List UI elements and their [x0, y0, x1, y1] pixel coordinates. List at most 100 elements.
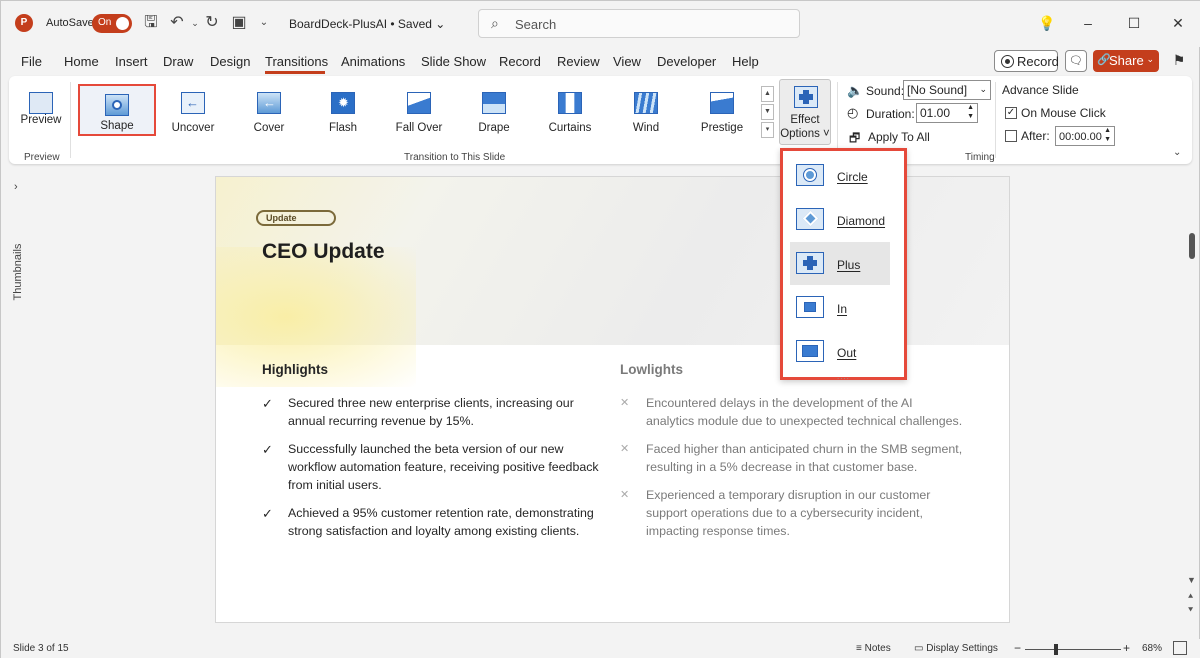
- tab-help[interactable]: Help: [732, 54, 759, 69]
- presenter-icon[interactable]: ⚑: [1168, 49, 1190, 71]
- fit-to-window-icon[interactable]: [1173, 641, 1187, 655]
- transition-drape[interactable]: Drape: [462, 84, 526, 140]
- lightbulb-icon[interactable]: 💡: [1036, 12, 1058, 34]
- scrollbar-thumb[interactable]: [1189, 233, 1195, 259]
- record-button[interactable]: Record: [994, 50, 1059, 72]
- display-settings-label: Display Settings: [926, 643, 998, 654]
- apply-to-all-button[interactable]: Apply To All: [868, 130, 930, 144]
- gallery-more-icon[interactable]: ▾: [761, 122, 774, 138]
- diamond-effect-icon: [796, 208, 824, 230]
- zoom-level[interactable]: 68%: [1142, 643, 1162, 654]
- tab-design[interactable]: Design: [210, 54, 250, 69]
- notes-button[interactable]: ≡ Notes: [856, 643, 891, 654]
- gallery-scroll-up-icon[interactable]: ▲: [761, 86, 774, 102]
- stepper-down-icon[interactable]: ▼: [967, 113, 974, 120]
- after-label: After:: [1021, 129, 1050, 143]
- transition-label: Curtains: [548, 122, 592, 134]
- lowlight-item: Experienced a temporary disruption in ou…: [646, 488, 931, 538]
- clock-icon: ◴: [847, 105, 859, 120]
- minimize-icon[interactable]: –: [1077, 12, 1099, 34]
- tab-developer[interactable]: Developer: [657, 54, 716, 69]
- circle-effect-icon: [796, 164, 824, 186]
- tab-insert[interactable]: Insert: [115, 54, 148, 69]
- stepper-up-icon[interactable]: ▲: [967, 104, 974, 111]
- transition-fall-over[interactable]: Fall Over: [387, 84, 451, 140]
- transition-flash[interactable]: ✹ Flash: [311, 84, 375, 140]
- transition-label: Shape: [100, 120, 134, 132]
- powerpoint-logo-icon: P: [15, 14, 33, 32]
- duration-value: 01.00: [920, 106, 951, 120]
- maximize-icon[interactable]: ☐: [1123, 12, 1145, 34]
- zoom-slider[interactable]: [1025, 649, 1121, 650]
- transition-cover[interactable]: ← Cover: [237, 84, 301, 140]
- stepper-up-icon[interactable]: ▲: [1104, 127, 1111, 134]
- duration-stepper[interactable]: 01.00 ▲ ▼: [916, 103, 978, 123]
- transition-uncover[interactable]: ← Uncover: [161, 84, 225, 140]
- update-tag: Update: [256, 210, 336, 226]
- effect-option-diamond[interactable]: Diamond: [790, 198, 890, 241]
- effect-option-out[interactable]: Out: [790, 330, 890, 373]
- effect-option-plus[interactable]: Plus: [790, 242, 890, 285]
- highlight-item: Successfully launched the beta version o…: [288, 442, 599, 492]
- transition-label: Flash: [328, 122, 358, 134]
- app-window: P AutoSave On 🖫 ↶ ⌄ ↻ ▣ ⌄ BoardDeck-Plus…: [0, 0, 1200, 658]
- display-settings-button[interactable]: ▭ Display Settings: [914, 643, 998, 654]
- shape-transition-icon: [105, 94, 129, 116]
- tab-file[interactable]: File: [21, 54, 42, 69]
- transition-shape[interactable]: Shape: [78, 84, 156, 136]
- on-mouse-click-label: On Mouse Click: [1021, 106, 1106, 120]
- redo-icon[interactable]: ↻: [202, 13, 222, 33]
- autosave-toggle[interactable]: On: [92, 14, 132, 33]
- tab-draw[interactable]: Draw: [163, 54, 193, 69]
- transition-label: Uncover: [171, 122, 215, 134]
- stepper-down-icon[interactable]: ▼: [1104, 136, 1111, 143]
- after-stepper[interactable]: 00:00.00 ▲ ▼: [1055, 126, 1115, 146]
- zoom-slider-handle[interactable]: [1054, 644, 1058, 655]
- present-icon[interactable]: ▣: [229, 13, 249, 33]
- lowlight-item: Encountered delays in the development of…: [646, 396, 963, 428]
- tab-view[interactable]: View: [613, 54, 641, 69]
- save-icon[interactable]: 🖫: [141, 13, 161, 33]
- sound-select[interactable]: [No Sound] ⌄: [903, 80, 991, 100]
- slide-title: CEO Update: [262, 240, 385, 263]
- transition-wind[interactable]: Wind: [614, 84, 678, 140]
- after-checkbox[interactable]: [1005, 130, 1017, 142]
- ribbon-collapse-icon[interactable]: ⌄: [1173, 147, 1181, 158]
- effect-option-circle[interactable]: Circle: [790, 154, 890, 197]
- tab-record[interactable]: Record: [499, 54, 541, 69]
- transition-prestige[interactable]: Prestige: [690, 84, 754, 140]
- share-button[interactable]: 🔗 Share ⌄: [1093, 50, 1159, 72]
- transition-group-label: Transition to This Slide: [404, 152, 506, 163]
- zoom-out-button[interactable]: −: [1014, 641, 1021, 655]
- transition-label: Wind: [632, 122, 660, 134]
- resize-grip-icon[interactable]: ....: [837, 372, 850, 381]
- tab-transitions[interactable]: Transitions: [265, 54, 328, 69]
- transition-curtains[interactable]: Curtains: [538, 84, 602, 140]
- customize-toolbar-icon[interactable]: ⌄: [254, 13, 274, 33]
- undo-icon[interactable]: ↶: [167, 13, 187, 33]
- search-box[interactable]: ⌕ Search: [478, 9, 800, 38]
- next-slide-icon[interactable]: ⯆: [1187, 605, 1194, 616]
- autosave-label: AutoSave: [46, 17, 94, 29]
- zoom-in-button[interactable]: +: [1123, 641, 1130, 655]
- thumbnails-label[interactable]: Thumbnails: [12, 243, 24, 301]
- tab-home[interactable]: Home: [64, 54, 99, 69]
- on-mouse-click-checkbox[interactable]: ✓: [1005, 107, 1017, 119]
- comments-button[interactable]: 🗨: [1065, 50, 1087, 72]
- expand-thumbnails-icon[interactable]: ›: [14, 181, 18, 193]
- scroll-down-icon[interactable]: ▼: [1187, 575, 1196, 585]
- effect-option-in[interactable]: In: [790, 286, 890, 329]
- close-icon[interactable]: ✕: [1167, 12, 1189, 34]
- vertical-scrollbar[interactable]: ▼ ⯅ ⯆: [1185, 171, 1199, 641]
- previous-slide-icon[interactable]: ⯅: [1187, 591, 1194, 602]
- cross-icon: ✕: [620, 443, 630, 455]
- tab-animations[interactable]: Animations: [341, 54, 405, 69]
- tab-review[interactable]: Review: [557, 54, 600, 69]
- effect-options-button[interactable]: Effect Options ˅: [779, 79, 831, 145]
- preview-button[interactable]: Preview: [15, 84, 67, 140]
- tab-slide-show[interactable]: Slide Show: [421, 54, 486, 69]
- gallery-scroll-down-icon[interactable]: ▼: [761, 104, 774, 120]
- sound-label: Sound:: [866, 84, 905, 98]
- document-title[interactable]: BoardDeck-PlusAI • Saved ⌄: [289, 17, 445, 31]
- timing-group-label: Timing: [965, 152, 995, 163]
